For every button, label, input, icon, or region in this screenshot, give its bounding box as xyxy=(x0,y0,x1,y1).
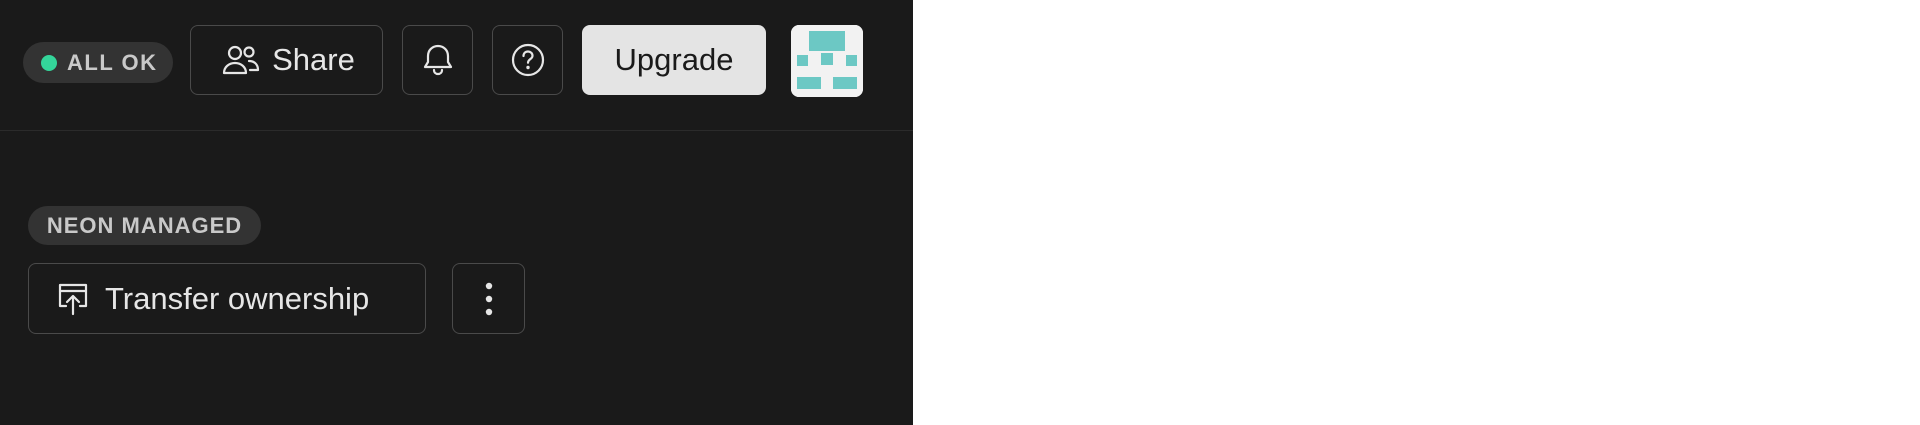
share-label: Share xyxy=(272,42,355,77)
blank-area xyxy=(913,0,1920,425)
help-button[interactable] xyxy=(492,25,563,95)
upload-box-icon xyxy=(55,281,91,317)
users-icon xyxy=(222,44,260,76)
share-button[interactable]: Share xyxy=(190,25,383,95)
top-bar: ALL OK Share Upgrade xyxy=(0,0,913,131)
upgrade-button[interactable]: Upgrade xyxy=(582,25,766,95)
transfer-label: Transfer ownership xyxy=(105,280,370,316)
project-panel: ALL OK Share Upgrade NEON MANAGED Transf… xyxy=(0,0,913,425)
more-options-button[interactable] xyxy=(452,263,525,334)
upgrade-label: Upgrade xyxy=(614,42,734,77)
neon-managed-badge: NEON MANAGED xyxy=(28,206,261,245)
status-badge[interactable]: ALL OK xyxy=(23,42,173,83)
avatar[interactable] xyxy=(791,25,863,97)
bell-icon xyxy=(422,43,454,77)
help-circle-icon xyxy=(510,42,546,78)
status-label: ALL OK xyxy=(67,49,158,75)
vertical-dots-icon xyxy=(484,282,494,316)
badge-label: NEON MANAGED xyxy=(46,212,243,238)
notifications-button[interactable] xyxy=(402,25,473,95)
transfer-ownership-button[interactable]: Transfer ownership xyxy=(28,263,426,334)
status-dot-icon xyxy=(41,54,57,71)
